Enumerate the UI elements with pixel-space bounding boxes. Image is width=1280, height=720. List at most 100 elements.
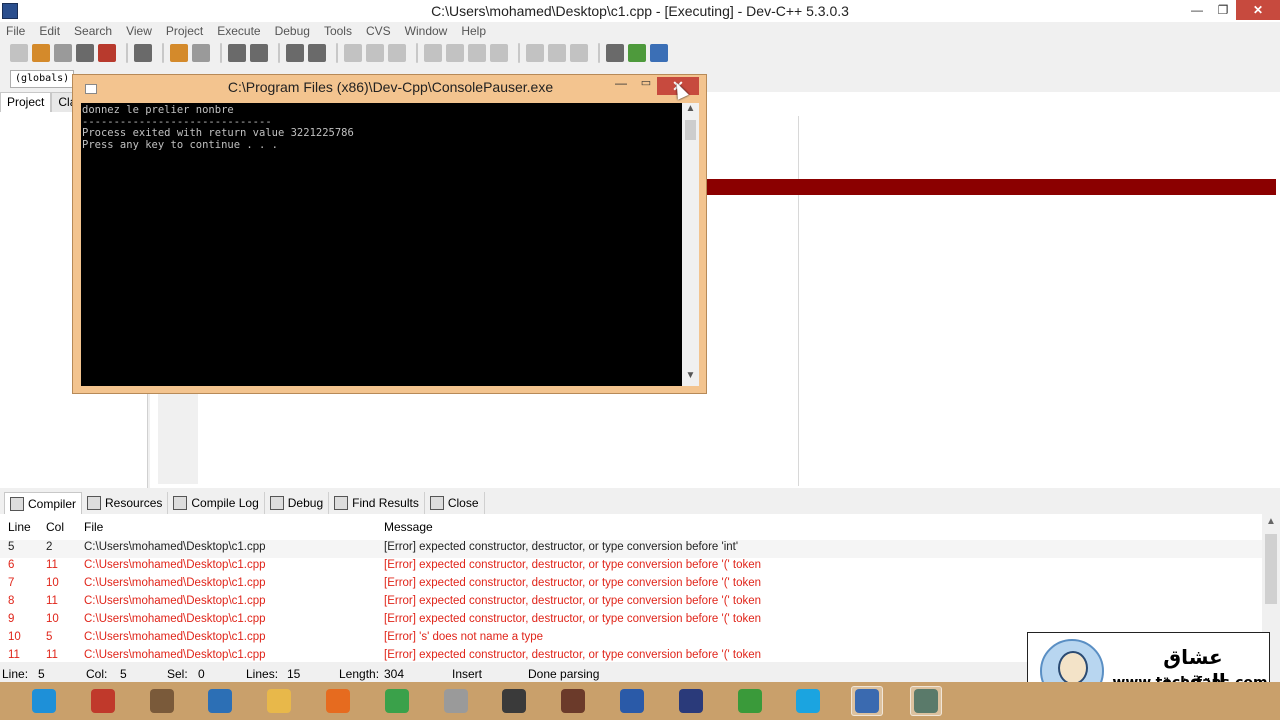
tool-icon[interactable] xyxy=(675,686,707,716)
book-icon[interactable] xyxy=(440,686,472,716)
table-row[interactable]: 8 11 C:\Users\mohamed\Desktop\c1.cpp [Er… xyxy=(0,594,1262,612)
console-scrollbar[interactable]: ▲ ▼ xyxy=(682,103,699,386)
stop-icon[interactable] xyxy=(526,44,544,62)
restore-button[interactable]: ❐ xyxy=(1210,0,1236,20)
status-sel-label: Sel: xyxy=(167,667,188,681)
save-icon[interactable] xyxy=(54,44,72,62)
close-file-icon[interactable] xyxy=(98,44,116,62)
tab-project[interactable]: Project xyxy=(0,92,52,112)
header-file[interactable]: File xyxy=(84,520,103,534)
menu-window[interactable]: Window xyxy=(405,22,448,40)
menu-project[interactable]: Project xyxy=(166,22,203,40)
add-file-icon[interactable] xyxy=(628,44,646,62)
utorrent-icon[interactable] xyxy=(734,686,766,716)
menu-view[interactable]: View xyxy=(126,22,152,40)
tab-debug[interactable]: Debug xyxy=(265,492,330,514)
menu-tools[interactable]: Tools xyxy=(324,22,352,40)
console-output[interactable]: donnez le prelier nonbre ----------------… xyxy=(81,103,682,386)
scope-combo[interactable]: (globals) xyxy=(10,70,74,88)
table-row[interactable]: 5 2 C:\Users\mohamed\Desktop\c1.cpp [Err… xyxy=(0,540,1262,558)
cell-col: 11 xyxy=(46,559,58,571)
menu-help[interactable]: Help xyxy=(461,22,486,40)
scroll-thumb[interactable] xyxy=(685,120,696,140)
menu-search[interactable]: Search xyxy=(74,22,112,40)
video-app-icon[interactable] xyxy=(498,686,530,716)
tab-label: Compiler xyxy=(28,496,77,511)
table-row[interactable]: 9 10 C:\Users\mohamed\Desktop\c1.cpp [Er… xyxy=(0,612,1262,630)
tab-close[interactable]: Close xyxy=(425,492,485,514)
minimize-button[interactable]: — xyxy=(1184,0,1210,20)
run-icon[interactable] xyxy=(388,44,406,62)
scroll-up-icon[interactable]: ▲ xyxy=(682,103,699,119)
replace-icon[interactable] xyxy=(250,44,268,62)
menu-file[interactable]: File xyxy=(6,22,25,40)
find-icon[interactable] xyxy=(228,44,246,62)
goto-line-icon[interactable] xyxy=(286,44,304,62)
app-red-icon[interactable] xyxy=(87,686,119,716)
status-length-value: 304 xyxy=(384,667,405,681)
scroll-down-icon[interactable]: ▼ xyxy=(682,370,699,386)
menu-execute[interactable]: Execute xyxy=(217,22,260,40)
rebuild-icon[interactable] xyxy=(446,44,464,62)
taskbar xyxy=(0,682,1280,720)
header-message[interactable]: Message xyxy=(384,520,433,534)
console-minimize-button[interactable]: — xyxy=(614,76,628,94)
console-line: donnez le prelier nonbre xyxy=(82,104,234,116)
save-all-icon[interactable] xyxy=(76,44,94,62)
debug-icon[interactable] xyxy=(490,44,508,62)
undo-icon[interactable] xyxy=(170,44,188,62)
cell-message: [Error] expected constructor, destructor… xyxy=(384,541,739,553)
header-col[interactable]: Col xyxy=(46,520,64,534)
table-row[interactable]: 7 10 C:\Users\mohamed\Desktop\c1.cpp [Er… xyxy=(0,576,1262,594)
tab-label: Find Results xyxy=(352,496,419,510)
indent-icon[interactable] xyxy=(308,44,326,62)
cell-line: 5 xyxy=(8,541,15,553)
firefox-icon[interactable] xyxy=(322,686,354,716)
toolbar-separator xyxy=(162,43,164,63)
file-explorer-icon[interactable] xyxy=(263,686,295,716)
open-icon[interactable] xyxy=(32,44,50,62)
new-project-icon[interactable] xyxy=(606,44,624,62)
menu-cvs[interactable]: CVS xyxy=(366,22,391,40)
scroll-up-icon[interactable]: ▲ xyxy=(1262,516,1280,527)
compile-log-icon xyxy=(173,496,188,510)
table-row[interactable]: 6 11 C:\Users\mohamed\Desktop\c1.cpp [Er… xyxy=(0,558,1262,576)
chrome-icon[interactable] xyxy=(381,686,413,716)
toolbar-separator xyxy=(126,43,128,63)
menu-debug[interactable]: Debug xyxy=(275,22,310,40)
close-button[interactable]: ✕ xyxy=(1236,0,1280,20)
messages-header: Line Col File Message xyxy=(0,518,1262,536)
media-player-icon[interactable] xyxy=(204,686,236,716)
profile-icon[interactable] xyxy=(570,44,588,62)
console-maximize-button[interactable]: ▭ xyxy=(639,76,653,94)
cell-col: 11 xyxy=(46,595,58,607)
tab-label: Resources xyxy=(105,496,163,510)
unindent-icon[interactable] xyxy=(344,44,362,62)
skype-icon[interactable] xyxy=(792,686,824,716)
check-icon[interactable] xyxy=(468,44,486,62)
tab-find-results[interactable]: Find Results xyxy=(329,492,425,514)
options-icon[interactable] xyxy=(650,44,668,62)
cell-line: 8 xyxy=(8,595,15,607)
scroll-thumb[interactable] xyxy=(1265,534,1277,604)
internet-explorer-icon[interactable] xyxy=(28,686,60,716)
title-bar: C:\Users\mohamed\Desktop\c1.cpp - [Execu… xyxy=(0,0,1280,22)
menu-edit[interactable]: Edit xyxy=(39,22,60,40)
console-icon[interactable] xyxy=(909,686,942,716)
step-icon[interactable] xyxy=(548,44,566,62)
network-icon[interactable] xyxy=(616,686,648,716)
toolbar-separator xyxy=(518,43,520,63)
tab-resources[interactable]: Resources xyxy=(82,492,169,514)
compile-icon[interactable] xyxy=(366,44,384,62)
new-file-icon[interactable] xyxy=(10,44,28,62)
calendar-icon[interactable] xyxy=(146,686,178,716)
print-icon[interactable] xyxy=(134,44,152,62)
tab-compile-log[interactable]: Compile Log xyxy=(168,492,265,514)
header-line[interactable]: Line xyxy=(8,520,31,534)
error-highlight-line xyxy=(706,179,1276,195)
film-icon[interactable] xyxy=(557,686,589,716)
devcpp-icon[interactable] xyxy=(851,686,884,716)
compile-run-icon[interactable] xyxy=(424,44,442,62)
redo-icon[interactable] xyxy=(192,44,210,62)
tab-compiler[interactable]: Compiler xyxy=(4,492,83,514)
